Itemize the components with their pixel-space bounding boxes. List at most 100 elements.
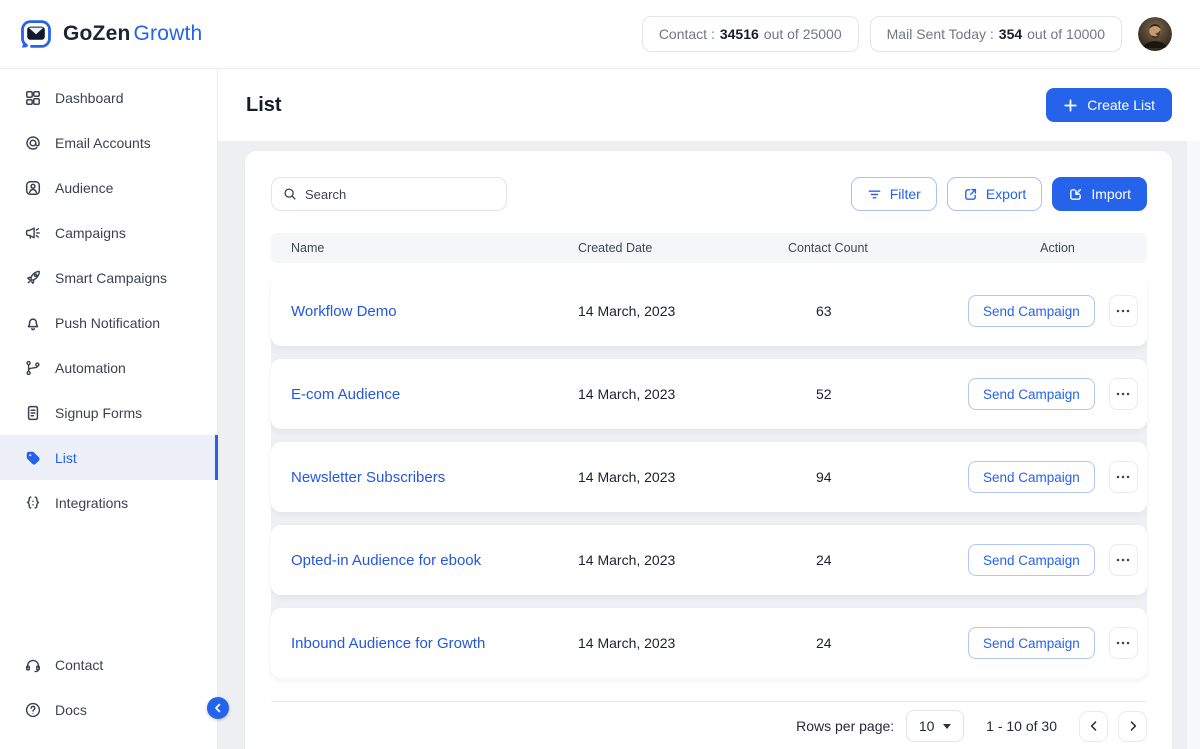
mail-sent-quota-badge: Mail Sent Today : 354 out of 10000: [870, 16, 1122, 52]
help-circle-icon: [24, 701, 42, 719]
sidebar-item-label: Campaigns: [55, 225, 126, 241]
export-arrow-icon: [963, 187, 978, 202]
chevron-left-icon: [1088, 720, 1100, 732]
created-date: 14 March, 2023: [578, 386, 788, 402]
more-options-button[interactable]: [1109, 627, 1138, 659]
import-button[interactable]: Import: [1052, 177, 1147, 211]
sidebar-item-list[interactable]: List: [0, 435, 217, 480]
sidebar-item-dashboard[interactable]: Dashboard: [0, 75, 217, 120]
table-row: Inbound Audience for Growth 14 March, 20…: [271, 608, 1147, 678]
form-document-icon: [24, 404, 42, 422]
brand-logo[interactable]: GoZenGrowth: [18, 18, 202, 50]
row-actions: Send Campaign: [968, 378, 1147, 410]
list-name-link[interactable]: E-com Audience: [271, 386, 578, 403]
sidebar-item-label: Push Notification: [55, 315, 160, 331]
import-button-label: Import: [1091, 186, 1131, 202]
rows-per-page-select[interactable]: 10: [906, 710, 964, 742]
created-date: 14 March, 2023: [578, 303, 788, 319]
brand-name: GoZenGrowth: [63, 22, 202, 46]
sidebar-item-label: Audience: [55, 180, 113, 196]
row-actions: Send Campaign: [968, 544, 1147, 576]
megaphone-icon: [24, 224, 42, 242]
contact-quota-label: Contact :: [659, 26, 715, 42]
list-name-link[interactable]: Newsletter Subscribers: [271, 469, 578, 486]
sidebar-item-integrations[interactable]: Integrations: [0, 480, 217, 525]
table-body: Workflow Demo 14 March, 2023 63 Send Cam…: [271, 276, 1147, 678]
sidebar-item-label: List: [55, 450, 77, 466]
integrations-icon: [24, 494, 42, 512]
send-campaign-button[interactable]: Send Campaign: [968, 378, 1095, 410]
rows-per-page-value: 10: [919, 718, 935, 734]
content-area: Filter Export Import: [218, 141, 1200, 749]
list-name-link[interactable]: Inbound Audience for Growth: [271, 635, 578, 652]
scrollbar-track[interactable]: [1187, 69, 1200, 749]
list-panel: Filter Export Import: [245, 151, 1172, 749]
row-actions: Send Campaign: [968, 461, 1147, 493]
send-campaign-button[interactable]: Send Campaign: [968, 461, 1095, 493]
sidebar-collapse-button[interactable]: [207, 697, 229, 719]
ellipsis-icon: [1116, 641, 1130, 645]
contact-quota-value: 34516: [720, 26, 759, 42]
create-list-button[interactable]: Create List: [1046, 88, 1172, 122]
row-actions: Send Campaign: [968, 627, 1147, 659]
sidebar-item-push-notification[interactable]: Push Notification: [0, 300, 217, 345]
sidebar-item-signup-forms[interactable]: Signup Forms: [0, 390, 217, 435]
list-name-link[interactable]: Workflow Demo: [271, 303, 578, 320]
search-box[interactable]: [271, 177, 507, 211]
audience-icon: [24, 179, 42, 197]
list-name-link[interactable]: Opted-in Audience for ebook: [271, 552, 578, 569]
more-options-button[interactable]: [1109, 544, 1138, 576]
top-bar: GoZenGrowth Contact : 34516 out of 25000…: [0, 0, 1200, 69]
more-options-button[interactable]: [1109, 378, 1138, 410]
branch-icon: [24, 359, 42, 377]
user-avatar[interactable]: [1138, 17, 1172, 51]
ellipsis-icon: [1116, 475, 1130, 479]
table-row: Opted-in Audience for ebook 14 March, 20…: [271, 525, 1147, 595]
sidebar-item-email-accounts[interactable]: Email Accounts: [0, 120, 217, 165]
next-page-button[interactable]: [1118, 711, 1147, 742]
previous-page-button[interactable]: [1079, 711, 1108, 742]
sidebar-footer: Contact Docs: [0, 642, 217, 749]
created-date: 14 March, 2023: [578, 469, 788, 485]
brand-name-primary: GoZen: [63, 22, 131, 45]
more-options-button[interactable]: [1109, 461, 1138, 493]
sidebar-item-label: Automation: [55, 360, 126, 376]
filter-button[interactable]: Filter: [851, 177, 937, 211]
sidebar-item-label: Contact: [55, 657, 103, 673]
page-header: List Create List: [218, 69, 1200, 141]
at-sign-icon: [24, 134, 42, 152]
pagination-bar: Rows per page: 10 1 - 10 of 30: [271, 702, 1147, 749]
import-arrow-icon: [1068, 187, 1083, 202]
sidebar-item-label: Email Accounts: [55, 135, 151, 151]
search-input[interactable]: [305, 187, 495, 202]
sidebar-item-label: Signup Forms: [55, 405, 142, 421]
brand-name-secondary: Growth: [134, 22, 203, 45]
contact-quota-suffix: out of 25000: [764, 26, 842, 42]
sidebar-item-automation[interactable]: Automation: [0, 345, 217, 390]
dashboard-icon: [24, 89, 42, 107]
rows-per-page-label: Rows per page:: [796, 718, 894, 734]
send-campaign-button[interactable]: Send Campaign: [968, 627, 1095, 659]
filter-lines-icon: [867, 187, 882, 202]
column-header-name: Name: [271, 241, 578, 255]
filter-button-label: Filter: [890, 186, 921, 202]
contact-quota-badge: Contact : 34516 out of 25000: [642, 16, 859, 52]
sidebar-item-contact[interactable]: Contact: [0, 642, 217, 687]
column-header-created-date: Created Date: [578, 241, 788, 255]
sidebar-item-label: Smart Campaigns: [55, 270, 167, 286]
caret-down-icon: [943, 724, 951, 729]
column-header-contact-count: Contact Count: [788, 241, 968, 255]
export-button[interactable]: Export: [947, 177, 1042, 211]
more-options-button[interactable]: [1109, 295, 1138, 327]
sidebar-item-campaigns[interactable]: Campaigns: [0, 210, 217, 255]
tag-icon: [24, 449, 42, 467]
ellipsis-icon: [1116, 392, 1130, 396]
table-header-row: Name Created Date Contact Count Action: [271, 233, 1147, 263]
sidebar-item-docs[interactable]: Docs: [0, 687, 217, 732]
pagination-range: 1 - 10 of 30: [986, 718, 1057, 734]
send-campaign-button[interactable]: Send Campaign: [968, 544, 1095, 576]
send-campaign-button[interactable]: Send Campaign: [968, 295, 1095, 327]
sidebar-item-smart-campaigns[interactable]: Smart Campaigns: [0, 255, 217, 300]
sidebar-item-audience[interactable]: Audience: [0, 165, 217, 210]
table-toolbar: Filter Export Import: [271, 177, 1147, 211]
